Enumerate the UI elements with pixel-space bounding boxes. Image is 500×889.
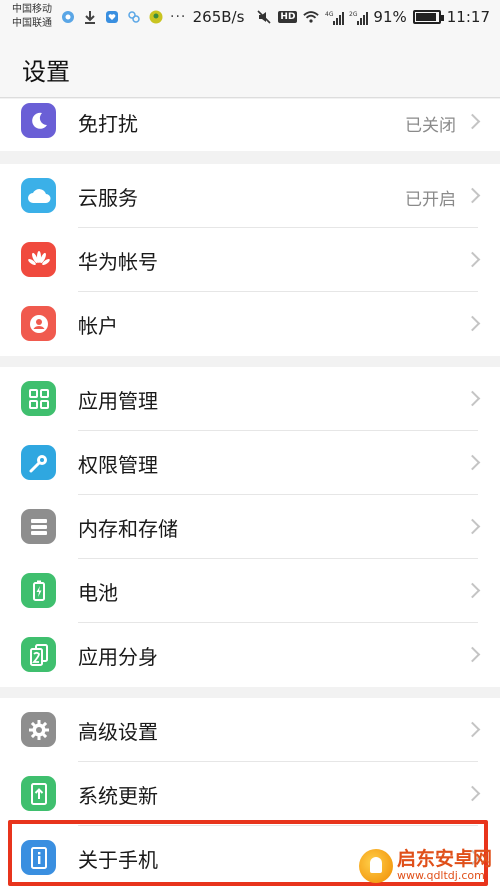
more-notifications-icon: ··· bbox=[170, 9, 187, 25]
cloud-icon bbox=[21, 178, 56, 213]
storage-icon bbox=[21, 509, 56, 544]
status-bar: 中国移动 中国联通 ··· 265B/s HD 4G 2G 91% 11:17 bbox=[0, 0, 500, 36]
app-twin-icon bbox=[21, 637, 56, 672]
settings-item-label: 权限管理 bbox=[78, 453, 158, 477]
settings-item-huawei-account[interactable]: 华为帐号 bbox=[0, 228, 500, 292]
settings-item-label: 关于手机 bbox=[78, 848, 158, 872]
chevron-right-icon bbox=[464, 251, 481, 268]
title-bar: 设置 bbox=[0, 36, 500, 98]
settings-item-label: 云服务 bbox=[78, 186, 138, 210]
notification-app-icon bbox=[60, 9, 76, 25]
moon-icon bbox=[21, 103, 56, 138]
wifi-icon bbox=[303, 9, 320, 25]
chevron-right-icon bbox=[464, 390, 481, 407]
carrier-labels: 中国移动 中国联通 bbox=[12, 3, 52, 31]
settings-item-system-update[interactable]: 系统更新 bbox=[0, 762, 500, 826]
chevron-right-icon bbox=[464, 315, 481, 332]
chevron-right-icon bbox=[464, 582, 481, 599]
account-icon bbox=[21, 306, 56, 341]
settings-item-app-management[interactable]: 应用管理 bbox=[0, 367, 500, 431]
carrier-2: 中国联通 bbox=[12, 18, 52, 29]
heart-app-icon bbox=[104, 9, 120, 25]
settings-item-cloud[interactable]: 云服务 已开启 bbox=[0, 164, 500, 228]
settings-group-do-not-disturb: 免打扰 已关闭 bbox=[0, 99, 500, 151]
signal-2g-label: 2G bbox=[349, 11, 358, 18]
carrier-1: 中国移动 bbox=[12, 4, 52, 15]
signal-2g-icon: 2G bbox=[349, 10, 369, 25]
apps-grid-icon bbox=[21, 381, 56, 416]
gear-icon bbox=[21, 712, 56, 747]
chevron-right-icon bbox=[464, 454, 481, 471]
settings-item-label: 免打扰 bbox=[78, 112, 138, 136]
settings-group-account: 云服务 已开启 华为帐号 帐户 bbox=[0, 164, 500, 356]
avatar-app-icon bbox=[148, 9, 164, 25]
settings-item-accounts[interactable]: 帐户 bbox=[0, 292, 500, 356]
settings-item-storage[interactable]: 内存和存储 bbox=[0, 495, 500, 559]
settings-item-label: 应用分身 bbox=[78, 645, 158, 669]
settings-item-label: 系统更新 bbox=[78, 784, 158, 808]
chevron-right-icon bbox=[464, 646, 481, 663]
about-phone-icon bbox=[21, 840, 56, 875]
settings-item-label: 高级设置 bbox=[78, 720, 158, 744]
settings-item-advanced[interactable]: 高级设置 bbox=[0, 698, 500, 762]
huawei-icon bbox=[21, 242, 56, 277]
settings-item-label: 帐户 bbox=[78, 314, 118, 338]
network-speed: 265B/s bbox=[192, 8, 245, 26]
settings-item-label: 华为帐号 bbox=[78, 250, 158, 274]
chevron-right-icon bbox=[464, 113, 481, 130]
cluster-app-icon bbox=[126, 9, 142, 25]
settings-item-battery[interactable]: 电池 bbox=[0, 559, 500, 623]
battery-percent: 91% bbox=[373, 8, 407, 26]
chevron-right-icon bbox=[464, 721, 481, 738]
settings-item-value: 已开启 bbox=[405, 190, 456, 210]
download-icon bbox=[82, 9, 98, 25]
settings-item-do-not-disturb[interactable]: 免打扰 已关闭 bbox=[0, 99, 500, 151]
settings-item-app-twin[interactable]: 应用分身 bbox=[0, 623, 500, 687]
battery-icon bbox=[21, 573, 56, 608]
watermark-url: www.qdltdj.com bbox=[396, 869, 485, 883]
battery-status-icon bbox=[412, 10, 444, 24]
key-icon bbox=[21, 445, 56, 480]
clock: 11:17 bbox=[446, 8, 490, 26]
settings-group-apps: 应用管理 权限管理 内存和存储 电池 应用分身 bbox=[0, 367, 500, 687]
settings-item-value: 已关闭 bbox=[405, 116, 456, 136]
status-indicators: 265B/s HD 4G 2G 91% 11:17 bbox=[193, 8, 490, 26]
hd-voice-icon: HD bbox=[278, 11, 298, 23]
system-update-icon bbox=[21, 776, 56, 811]
page-title: 设置 bbox=[22, 58, 70, 86]
chevron-right-icon bbox=[464, 518, 481, 535]
mute-icon bbox=[256, 9, 272, 25]
watermark-title: 启东安卓网 bbox=[396, 848, 492, 871]
signal-4g-label: 4G bbox=[325, 11, 334, 18]
signal-4g-icon: 4G bbox=[325, 10, 345, 25]
watermark-text: 启东安卓网 www.qdltdj.com bbox=[396, 848, 492, 883]
watermark: 启东安卓网 www.qdltdj.com bbox=[358, 848, 492, 883]
chevron-right-icon bbox=[464, 785, 481, 802]
settings-item-label: 内存和存储 bbox=[78, 517, 178, 541]
watermark-logo-icon bbox=[358, 849, 393, 883]
settings-item-label: 应用管理 bbox=[78, 389, 158, 413]
notification-icons: ··· bbox=[60, 9, 186, 25]
chevron-right-icon bbox=[464, 187, 481, 204]
settings-item-label: 电池 bbox=[78, 581, 118, 605]
settings-item-permissions[interactable]: 权限管理 bbox=[0, 431, 500, 495]
